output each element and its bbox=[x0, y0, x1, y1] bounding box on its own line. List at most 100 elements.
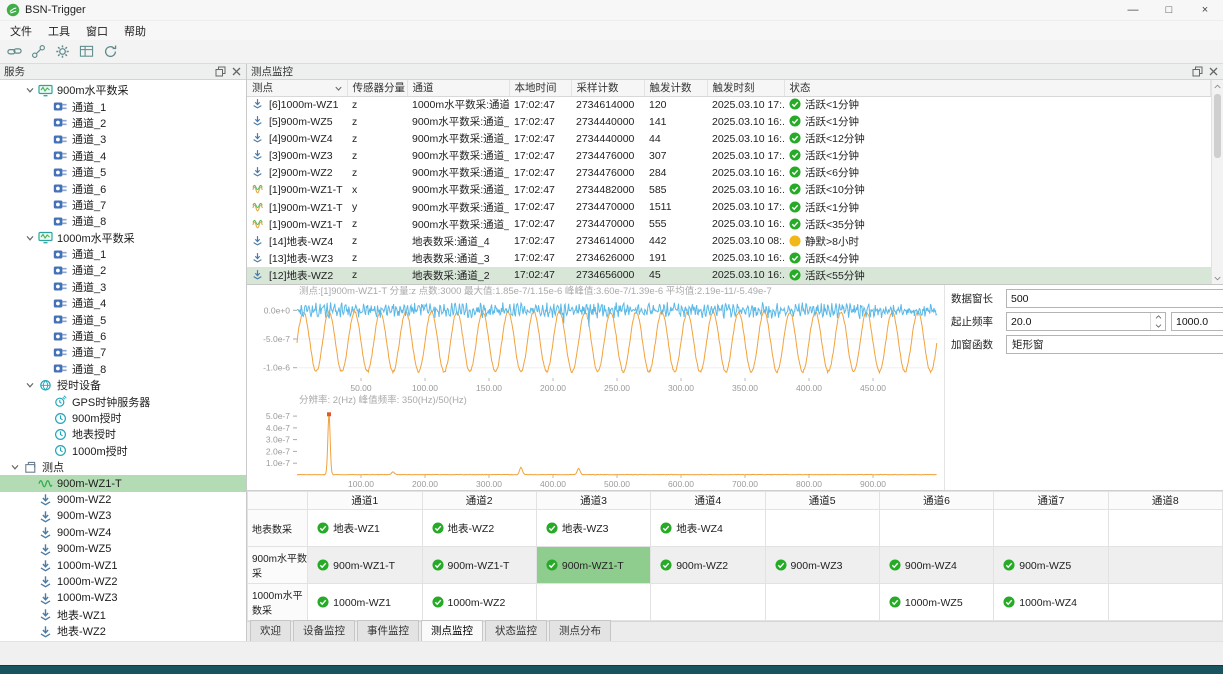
column-header-5[interactable]: 触发计数 bbox=[644, 80, 707, 96]
gear-icon-button[interactable] bbox=[52, 42, 73, 62]
channel-grid-cell[interactable] bbox=[879, 510, 993, 547]
tree-item-通道_7[interactable]: 通道_7 bbox=[0, 197, 246, 213]
table-row[interactable]: [1]900m-WZ1-Tx900m水平数采:通道_117:02:4727344… bbox=[247, 181, 1211, 198]
column-header-3[interactable]: 本地时间 bbox=[509, 80, 571, 96]
channel-grid-cell[interactable] bbox=[1108, 547, 1222, 584]
table-row[interactable]: [13]地表-WZ3z地表数采:通道_317:02:47273462600019… bbox=[247, 250, 1211, 267]
menu-item-2[interactable]: 窗口 bbox=[78, 21, 116, 41]
scrollbar-thumb[interactable] bbox=[1214, 94, 1221, 158]
column-header-1[interactable]: 传感器分量 bbox=[347, 80, 407, 96]
tree-item-通道_5[interactable]: 通道_5 bbox=[0, 311, 246, 327]
channel-grid-cell[interactable] bbox=[1108, 584, 1222, 621]
freq-start-input[interactable] bbox=[1007, 316, 1150, 328]
close-icon[interactable] bbox=[1208, 66, 1219, 77]
table-scrollbar[interactable] bbox=[1211, 80, 1223, 284]
tree-item-900m-WZ2[interactable]: 900m-WZ2 bbox=[0, 492, 246, 508]
channel-grid-cell[interactable] bbox=[1108, 510, 1222, 547]
table-row[interactable]: [5]900m-WZ5z900m水平数采:通道_717:02:472734440… bbox=[247, 113, 1211, 130]
channel-grid-cell[interactable]: 900m-WZ1-T bbox=[422, 547, 536, 584]
menu-item-1[interactable]: 工具 bbox=[40, 21, 78, 41]
table-settings-icon-button[interactable] bbox=[76, 42, 97, 62]
tree-item-900m授时[interactable]: 900m授时 bbox=[0, 410, 246, 426]
tree-item-通道_4[interactable]: 通道_4 bbox=[0, 295, 246, 311]
freq-stop-spinbox[interactable] bbox=[1171, 312, 1223, 331]
channel-grid-cell[interactable]: 900m-WZ4 bbox=[879, 547, 993, 584]
tab-4[interactable]: 状态监控 bbox=[485, 620, 547, 641]
link-icon-button[interactable] bbox=[4, 42, 25, 62]
refresh-icon-button[interactable] bbox=[100, 42, 121, 62]
table-row[interactable]: [14]地表-WZ4z地表数采:通道_417:02:47273461400044… bbox=[247, 233, 1211, 250]
spinner-arrows[interactable] bbox=[1150, 313, 1165, 330]
tree-item-1000m水平数采[interactable]: 1000m水平数采 bbox=[0, 230, 246, 246]
tree-item-1000m-WZ1[interactable]: 1000m-WZ1 bbox=[0, 557, 246, 573]
table-row[interactable]: [12]地表-WZ2z地表数采:通道_217:02:47273465600045… bbox=[247, 267, 1211, 284]
tree-item-GPS时钟服务器[interactable]: GPS时钟服务器 bbox=[0, 393, 246, 409]
tree-item-通道_5[interactable]: 通道_5 bbox=[0, 164, 246, 180]
table-row[interactable]: [1]900m-WZ1-Tz900m水平数采:通道_317:02:4727344… bbox=[247, 216, 1211, 233]
table-row[interactable]: [3]900m-WZ3z900m水平数采:通道_517:02:472734476… bbox=[247, 147, 1211, 164]
tree-item-地表-WZ2[interactable]: 地表-WZ2 bbox=[0, 623, 246, 639]
tree-item-通道_2[interactable]: 通道_2 bbox=[0, 115, 246, 131]
channel-grid-cell[interactable]: 1000m-WZ2 bbox=[422, 584, 536, 621]
tree-item-授时设备[interactable]: 授时设备 bbox=[0, 377, 246, 393]
channel-grid-cell[interactable] bbox=[765, 584, 879, 621]
taskbar-sliver[interactable] bbox=[0, 665, 1223, 674]
channel-grid-cell[interactable]: 1000m-WZ1 bbox=[308, 584, 422, 621]
tree-item-通道_6[interactable]: 通道_6 bbox=[0, 328, 246, 344]
tree-item-1000m授时[interactable]: 1000m授时 bbox=[0, 443, 246, 459]
tree-item-通道_4[interactable]: 通道_4 bbox=[0, 148, 246, 164]
close-button[interactable]: × bbox=[1187, 0, 1223, 20]
column-header-2[interactable]: 通道 bbox=[407, 80, 509, 96]
tree-item-通道_8[interactable]: 通道_8 bbox=[0, 361, 246, 377]
tree-item-测点[interactable]: 测点 bbox=[0, 459, 246, 475]
window-func-combobox[interactable]: 矩形窗 bbox=[1006, 335, 1223, 354]
channel-grid-cell[interactable]: 900m-WZ2 bbox=[651, 547, 765, 584]
column-header-0[interactable]: 测点 bbox=[247, 80, 347, 96]
tab-3[interactable]: 测点监控 bbox=[421, 620, 483, 641]
tree-item-1000m-WZ3[interactable]: 1000m-WZ3 bbox=[0, 590, 246, 606]
tab-5[interactable]: 测点分布 bbox=[549, 620, 611, 641]
freq-stop-input[interactable] bbox=[1172, 316, 1223, 328]
menu-item-3[interactable]: 帮助 bbox=[116, 21, 154, 41]
tree-item-通道_8[interactable]: 通道_8 bbox=[0, 213, 246, 229]
tree-item-地表授时[interactable]: 地表授时 bbox=[0, 426, 246, 442]
tree-item-通道_1[interactable]: 通道_1 bbox=[0, 246, 246, 262]
channel-grid-cell[interactable]: 地表-WZ4 bbox=[651, 510, 765, 547]
tab-1[interactable]: 设备监控 bbox=[293, 620, 355, 641]
channel-grid-cell[interactable]: 900m-WZ5 bbox=[994, 547, 1108, 584]
tree-item-地表-WZ1[interactable]: 地表-WZ1 bbox=[0, 607, 246, 623]
data-window-input[interactable] bbox=[1007, 293, 1223, 305]
channel-grid-cell[interactable]: 900m-WZ1-T bbox=[536, 547, 650, 584]
table-row[interactable]: [6]1000m-WZ1z1000m水平数采:通道_117:02:4727346… bbox=[247, 96, 1211, 113]
channel-grid-cell[interactable] bbox=[536, 584, 650, 621]
column-header-6[interactable]: 触发时刻 bbox=[707, 80, 784, 96]
close-icon[interactable] bbox=[231, 66, 242, 77]
table-row[interactable]: [4]900m-WZ4z900m水平数采:通道_617:02:472734440… bbox=[247, 130, 1211, 147]
tab-2[interactable]: 事件监控 bbox=[357, 620, 419, 641]
tree-item-通道_2[interactable]: 通道_2 bbox=[0, 262, 246, 278]
column-header-4[interactable]: 采样计数 bbox=[571, 80, 644, 96]
channel-grid-cell[interactable] bbox=[651, 584, 765, 621]
channel-grid-cell[interactable]: 900m-WZ1-T bbox=[308, 547, 422, 584]
tree-item-900m-WZ3[interactable]: 900m-WZ3 bbox=[0, 508, 246, 524]
channel-grid-cell[interactable]: 900m-WZ3 bbox=[765, 547, 879, 584]
channel-grid-cell[interactable]: 1000m-WZ5 bbox=[879, 584, 993, 621]
tree-item-900m-WZ1-T[interactable]: 900m-WZ1-T bbox=[0, 475, 246, 491]
tree-item-通道_6[interactable]: 通道_6 bbox=[0, 180, 246, 196]
tree-item-900m-WZ4[interactable]: 900m-WZ4 bbox=[0, 525, 246, 541]
scroll-down-icon[interactable] bbox=[1212, 272, 1223, 284]
channel-grid-cell[interactable]: 1000m-WZ4 bbox=[994, 584, 1108, 621]
table-row[interactable]: [2]900m-WZ2z900m水平数采:通道_417:02:472734476… bbox=[247, 164, 1211, 181]
minimize-button[interactable]: — bbox=[1115, 0, 1151, 20]
tree-item-通道_1[interactable]: 通道_1 bbox=[0, 98, 246, 114]
column-header-7[interactable]: 状态 bbox=[784, 80, 1211, 96]
tab-0[interactable]: 欢迎 bbox=[250, 620, 291, 641]
channel-grid-cell[interactable]: 地表-WZ3 bbox=[536, 510, 650, 547]
channel-grid-cell[interactable] bbox=[994, 510, 1108, 547]
float-icon[interactable] bbox=[1192, 66, 1203, 77]
tree-item-1000m-WZ2[interactable]: 1000m-WZ2 bbox=[0, 574, 246, 590]
freq-start-spinbox[interactable] bbox=[1006, 312, 1166, 331]
tree-item-通道_7[interactable]: 通道_7 bbox=[0, 344, 246, 360]
data-window-spinbox[interactable] bbox=[1006, 289, 1223, 308]
channel-grid-cell[interactable] bbox=[765, 510, 879, 547]
